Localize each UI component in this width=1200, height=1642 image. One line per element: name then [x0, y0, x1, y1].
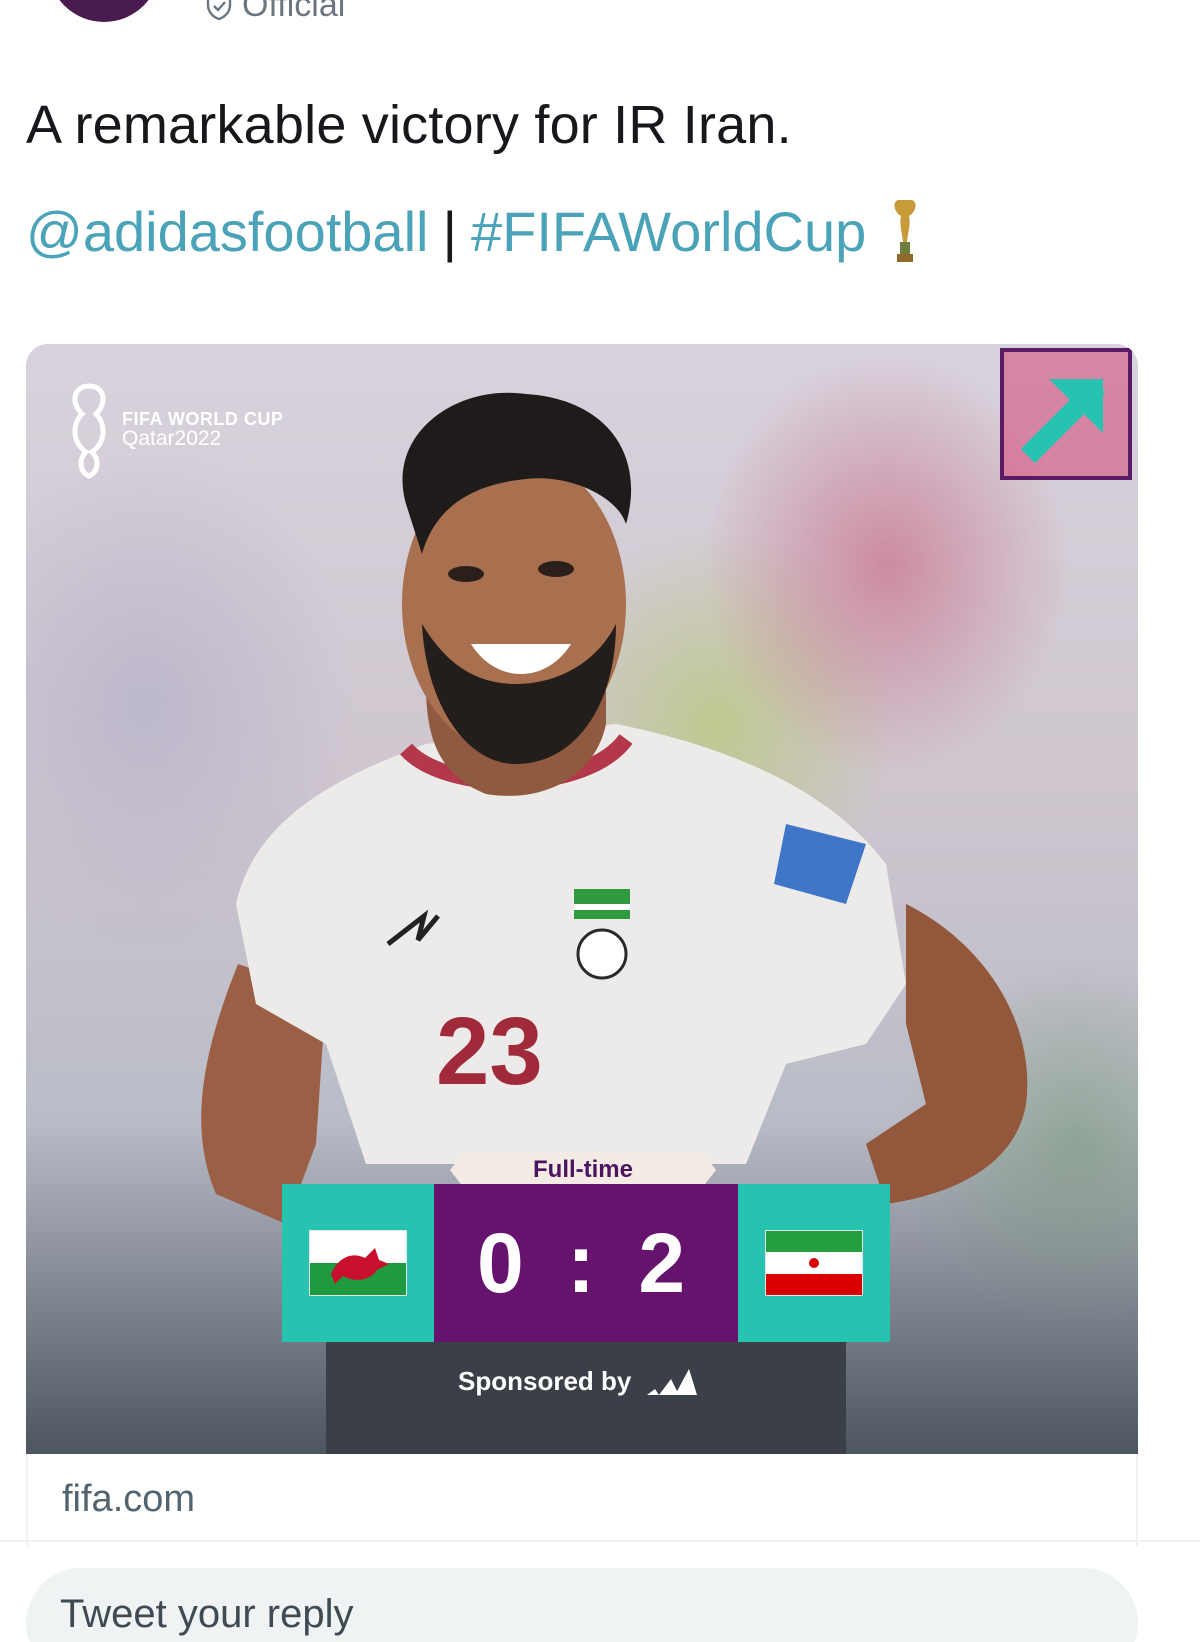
- sponsored-label: Sponsored by: [458, 1366, 632, 1396]
- jersey-number: 23: [436, 998, 543, 1105]
- home-team-box: [282, 1184, 434, 1342]
- open-link-button[interactable]: [1000, 348, 1132, 480]
- logo-line-2: Qatar2022: [122, 427, 222, 451]
- tweet-page: Official A remarkable victory for IR Ira…: [0, 0, 1200, 1642]
- arrow-up-right-icon: [1020, 378, 1106, 464]
- tweet-text: A remarkable victory for IR Iran.: [26, 95, 792, 155]
- wales-flag-icon: [309, 1230, 407, 1296]
- trophy-icon: [894, 200, 916, 262]
- reply-placeholder: Tweet your reply: [60, 1592, 354, 1636]
- verified-label: Official: [242, 0, 346, 24]
- mention-link[interactable]: @adidasfootball: [26, 199, 428, 264]
- link-separator: |: [442, 199, 457, 263]
- adidas-logo-icon: [647, 1368, 698, 1395]
- link-domain: fifa.com: [62, 1478, 196, 1520]
- away-team-box: [738, 1184, 890, 1342]
- sponsored-line: Sponsored by: [458, 1366, 698, 1397]
- iran-flag-icon: [765, 1230, 863, 1296]
- full-time-label: Full-time: [450, 1152, 716, 1188]
- link-card-footer[interactable]: fifa.com: [26, 1454, 1138, 1546]
- world-cup-logo: FIFA WORLD CUP Qatar2022: [64, 380, 283, 480]
- reply-input[interactable]: Tweet your reply: [26, 1568, 1138, 1642]
- avatar[interactable]: [48, 0, 160, 22]
- divider: [0, 1540, 1200, 1542]
- hashtag-link[interactable]: #FIFAWorldCup: [471, 199, 866, 264]
- verified-shield-icon: [206, 0, 232, 20]
- world-cup-emblem-icon: [72, 383, 106, 479]
- logo-line-1: FIFA WORLD CUP: [122, 408, 284, 429]
- verified-badge: Official: [204, 0, 345, 25]
- media-card[interactable]: 23 FIFA WORLD CUP Qatar2022 Full-time 0 …: [26, 344, 1138, 1454]
- tweet-links: @adidasfootball | #FIFAWorldCup: [26, 198, 920, 264]
- score-display: 0 : 2: [434, 1184, 738, 1342]
- scoreboard: 0 : 2: [282, 1184, 890, 1342]
